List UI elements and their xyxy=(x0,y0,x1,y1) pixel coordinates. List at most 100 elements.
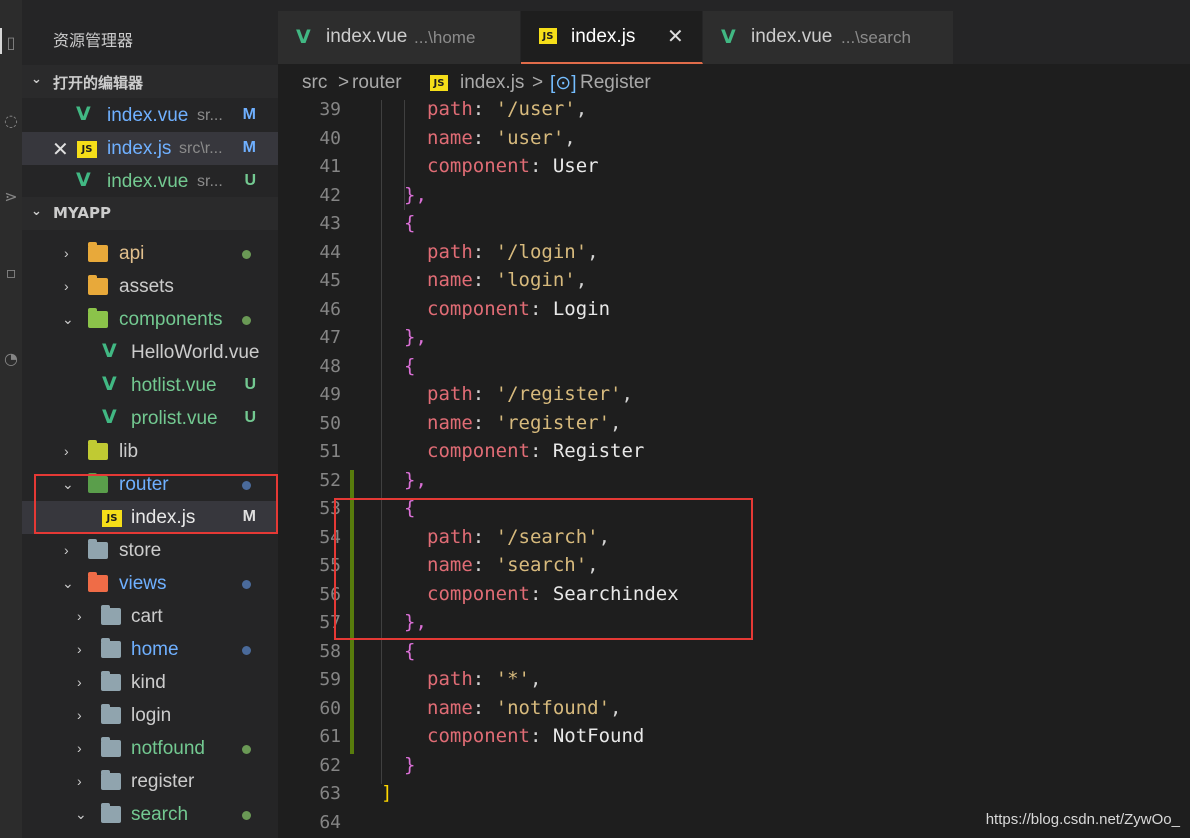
colon-token: : xyxy=(529,297,553,320)
status-dot xyxy=(242,250,251,259)
property-key: path xyxy=(427,383,473,405)
identifier: Login xyxy=(552,297,611,320)
colon-token: : xyxy=(529,155,553,177)
search-icon[interactable]: ◌ xyxy=(0,110,22,132)
tree-folder-notfound[interactable]: › notfound xyxy=(22,732,278,765)
chevron-right-icon: › xyxy=(64,443,69,459)
tree-folder-assets[interactable]: › assets xyxy=(22,270,278,303)
string-literal: '/user' xyxy=(495,98,576,120)
close-icon[interactable]: ✕ xyxy=(52,137,69,162)
object-brace: }, xyxy=(404,468,427,491)
line-number: 45 xyxy=(319,270,341,291)
punctuation: , xyxy=(587,240,599,263)
tree-folder-kind[interactable]: › kind xyxy=(22,666,278,699)
source-control-icon[interactable]: ⋗ xyxy=(0,186,22,208)
line-number: 56 xyxy=(319,583,341,605)
line-number: 63 xyxy=(319,783,341,804)
open-editor-item[interactable]: V index.vue sr... M xyxy=(22,99,278,132)
property-key: name xyxy=(427,696,473,719)
tab-index-vue-search[interactable]: V index.vue ...\search xyxy=(703,11,954,64)
tree-item-label: api xyxy=(119,243,145,264)
tree-item-label: store xyxy=(119,540,162,561)
chevron-right-icon: › xyxy=(64,245,69,261)
tree-folder-api[interactable]: › api xyxy=(22,237,278,270)
chevron-down-icon: ⌄ xyxy=(31,72,42,87)
tab-index-vue-home[interactable]: V index.vue ...\home xyxy=(278,11,521,64)
tree-item-label: components xyxy=(119,309,223,330)
open-editors-header[interactable]: ⌄ 打开的编辑器 xyxy=(22,65,278,98)
explorer-icon[interactable]: ▯ xyxy=(0,32,22,54)
open-editor-name: index.vue xyxy=(107,171,189,192)
line-number: 42 xyxy=(319,184,341,206)
colon-token: : xyxy=(472,269,496,291)
debug-icon[interactable]: ▫ xyxy=(0,262,22,284)
tree-item-label: notfound xyxy=(131,738,205,759)
line-number: 41 xyxy=(319,156,341,177)
punctuation: , xyxy=(575,98,588,120)
login-folder-icon xyxy=(101,704,121,724)
string-literal: '/login' xyxy=(495,240,588,263)
code-editor[interactable]: 39 path: '/user', 40 name: 'user', 41 compone… xyxy=(278,98,1190,838)
colon-token: : xyxy=(472,411,496,434)
line-number: 61 xyxy=(319,726,341,747)
code-line: name: 'login', xyxy=(427,269,587,291)
tree-item-label: login xyxy=(131,705,172,726)
property-key: component xyxy=(427,297,530,320)
open-editor-name: index.js xyxy=(107,138,172,159)
property-key: path xyxy=(427,240,473,263)
tree-item-label: search xyxy=(131,804,189,825)
breadcrumb-file[interactable]: index.js xyxy=(460,72,524,94)
vue-file-icon: V xyxy=(76,169,91,191)
open-editor-item[interactable]: ✕ JS index.js src\r... M xyxy=(22,132,278,165)
tree-folder-components[interactable]: ⌄ components xyxy=(22,303,278,336)
line-number: 52 xyxy=(319,469,341,491)
watermark: https://blog.csdn.net/ZywOo_ xyxy=(985,811,1180,828)
status-dot xyxy=(242,646,251,655)
code-line: }, xyxy=(404,326,427,348)
vue-file-icon: V xyxy=(721,26,736,48)
colon-token: : xyxy=(529,725,553,747)
code-line: path: '/register', xyxy=(427,383,633,405)
tree-item-label: register xyxy=(131,771,195,792)
property-key: component xyxy=(427,155,530,177)
property-key: component xyxy=(427,440,530,462)
tree-folder-search[interactable]: ⌄ search xyxy=(22,798,278,831)
colon-token: : xyxy=(472,126,496,149)
chevron-right-icon: › xyxy=(77,608,82,624)
open-editor-desc: sr... xyxy=(197,173,223,190)
open-editor-item[interactable]: V index.vue sr... U xyxy=(22,165,278,198)
property-key: name xyxy=(427,411,473,434)
code-line: path: '/user', xyxy=(427,98,587,120)
breadcrumb-router[interactable]: router xyxy=(352,72,402,94)
tree-folder-views[interactable]: ⌄ views xyxy=(22,567,278,600)
string-literal: 'notfound' xyxy=(495,696,611,719)
tab-label: index.vue xyxy=(751,26,833,47)
tree-folder-lib[interactable]: › lib xyxy=(22,435,278,468)
tree-file-helloworld[interactable]: V HelloWorld.vue xyxy=(22,336,278,369)
tree-file-prolist[interactable]: V prolist.vue U xyxy=(22,402,278,435)
notfound-folder-icon xyxy=(101,737,121,757)
tree-folder-login[interactable]: › login xyxy=(22,699,278,732)
line-number: 58 xyxy=(319,640,341,662)
tree-file-hotlist[interactable]: V hotlist.vue U xyxy=(22,369,278,402)
tree-folder-store[interactable]: › store xyxy=(22,534,278,567)
project-header[interactable]: ⌄ MYAPP xyxy=(22,197,278,230)
tab-index-js[interactable]: JS index.js ✕ xyxy=(521,11,703,64)
extensions-icon[interactable]: ◔ xyxy=(0,348,22,370)
tree-folder-home[interactable]: › home xyxy=(22,633,278,666)
close-icon[interactable]: ✕ xyxy=(667,24,684,48)
tree-folder-register[interactable]: › register xyxy=(22,765,278,798)
git-status-badge: M xyxy=(242,139,256,156)
tree-folder-cart[interactable]: › cart xyxy=(22,600,278,633)
punctuation: , xyxy=(610,411,622,434)
breadcrumb-src[interactable]: src xyxy=(302,72,327,94)
breadcrumb-symbol[interactable]: Register xyxy=(580,72,651,94)
git-status-badge: U xyxy=(244,409,256,426)
assets-folder-icon xyxy=(88,275,108,295)
object-brace: { xyxy=(404,354,416,377)
line-number: 54 xyxy=(319,526,341,548)
vue-file-icon: V xyxy=(102,406,117,428)
tab-desc: ...\home xyxy=(414,28,476,47)
object-brace: { xyxy=(404,639,416,662)
git-status-badge: U xyxy=(244,376,256,393)
